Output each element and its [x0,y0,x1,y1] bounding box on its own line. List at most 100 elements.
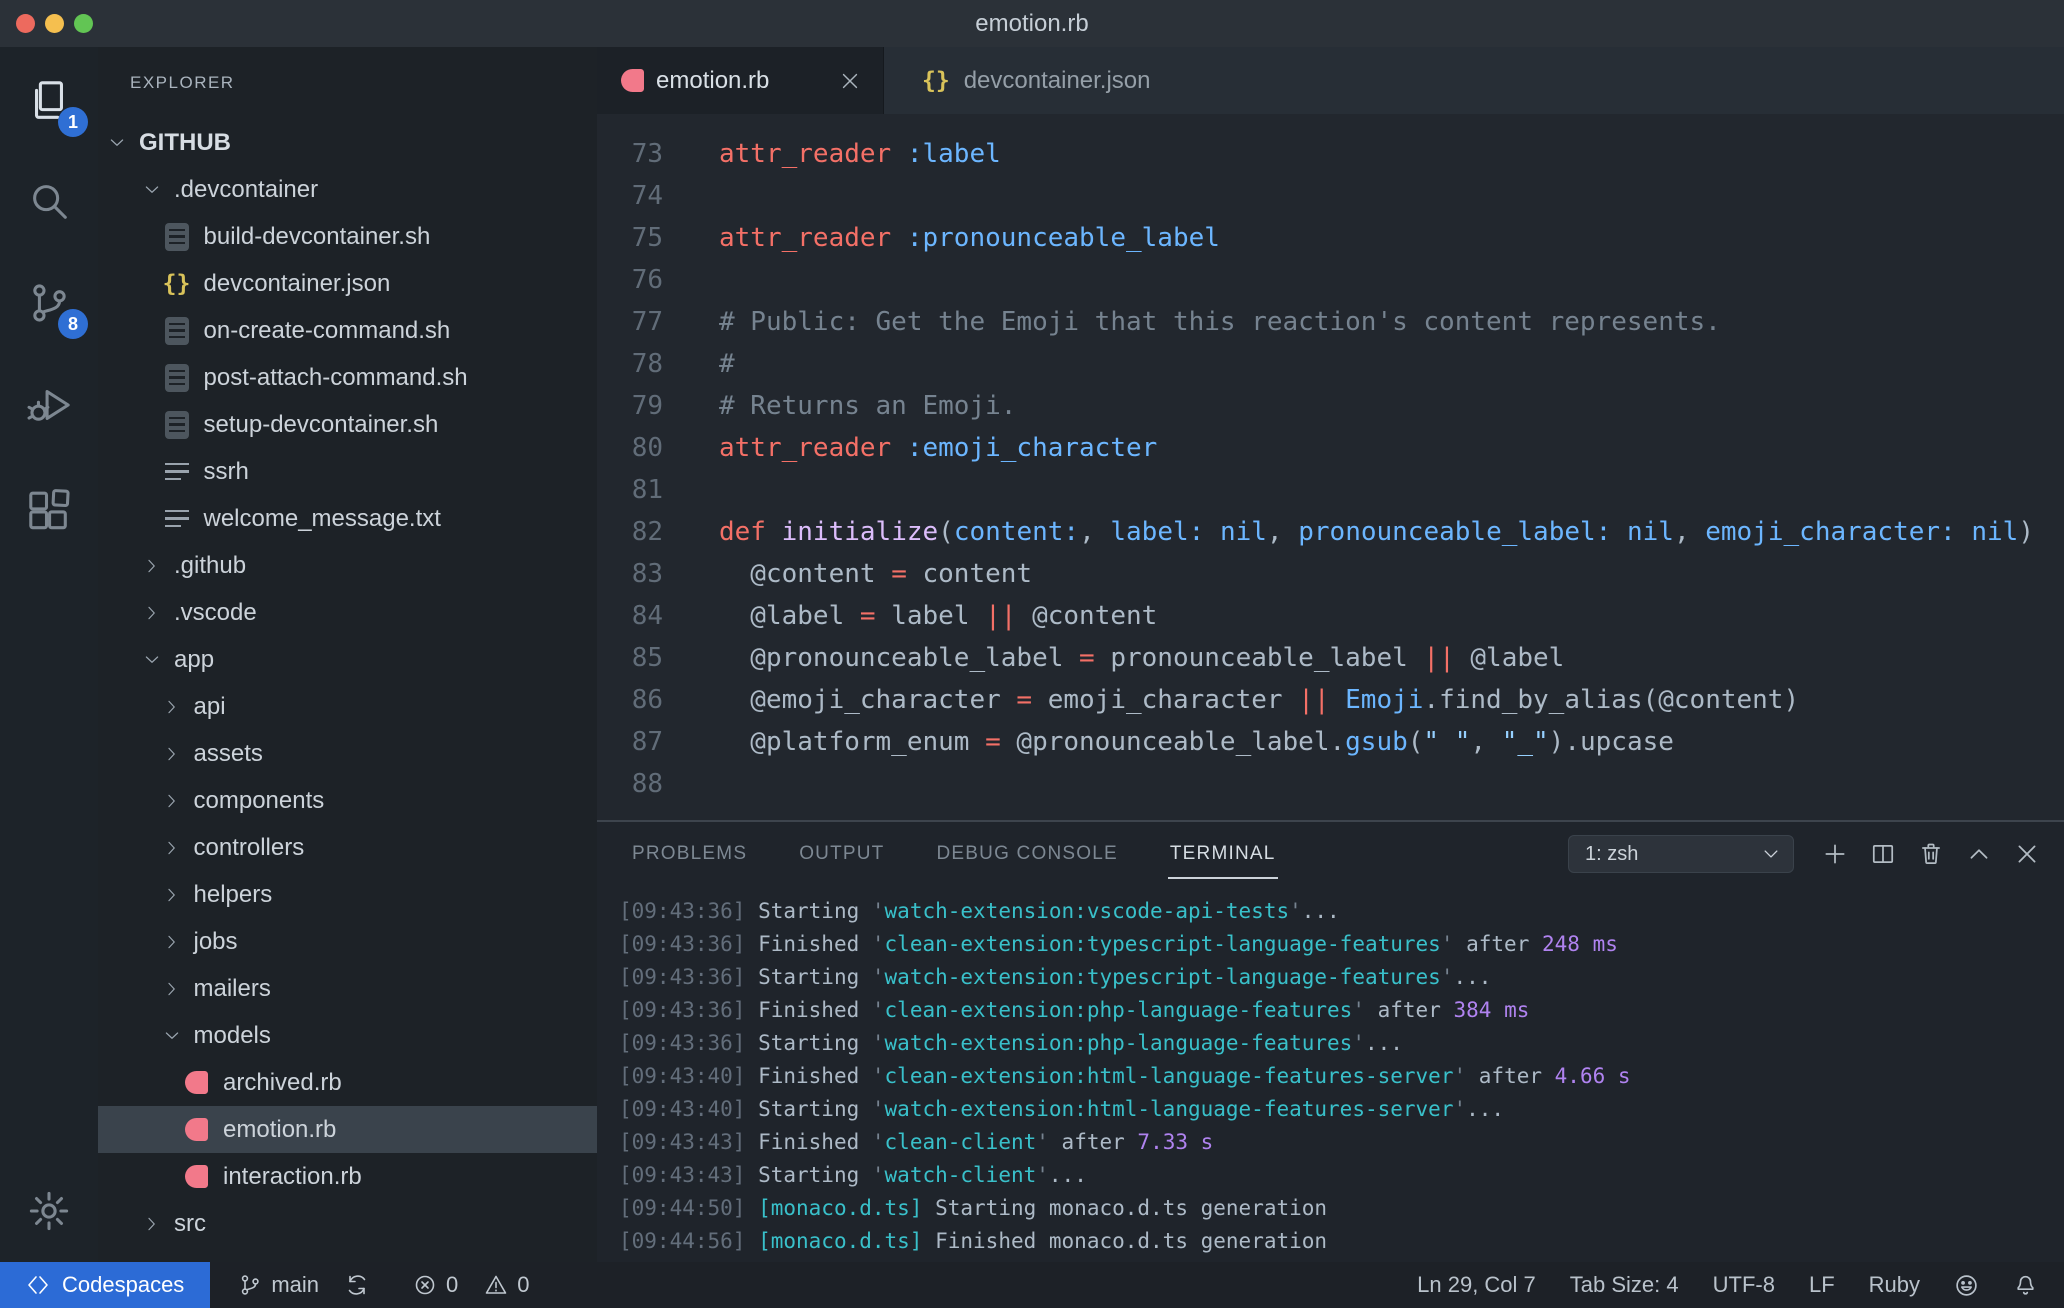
tree-item-interaction.rb[interactable]: interaction.rb [98,1153,597,1200]
line-number: 88 [631,769,663,799]
line-number: 74 [631,181,663,211]
eol-indicator[interactable]: LF [1809,1272,1835,1298]
status-bar-right: Ln 29, Col 7 Tab Size: 4 UTF-8 LF Ruby [1417,1272,2064,1298]
chevron-right-icon [143,604,161,622]
warning-icon [484,1273,508,1297]
close-tab-icon[interactable] [839,70,861,92]
code-editor[interactable]: 73 attr_reader :label 74 75 attr_reader :pro… [597,114,2064,820]
chevron-down-icon [143,651,161,669]
split-icon[interactable] [1870,841,1896,867]
chevron-right-icon [163,792,181,810]
panel-tab-output[interactable]: OUTPUT [799,822,884,886]
tree-item-models[interactable]: models [98,1012,597,1059]
tree-item-helpers[interactable]: helpers [98,871,597,918]
encoding-indicator[interactable]: UTF-8 [1713,1272,1775,1298]
line-number: 80 [631,433,663,463]
tree-item-mailers[interactable]: mailers [98,965,597,1012]
language-mode-indicator[interactable]: Ruby [1869,1272,1920,1298]
plus-icon[interactable] [1822,841,1848,867]
tree-item-app[interactable]: app [98,636,597,683]
tree-item-post-attach-command.sh[interactable]: post-attach-command.sh [98,354,597,401]
tree-item-src[interactable]: src [98,1200,597,1247]
tab-label: devcontainer.json [963,66,1151,94]
tree-item-label: controllers [193,833,305,861]
tree-item-ssrh[interactable]: ssrh [98,448,597,495]
error-count: 0 [446,1272,459,1297]
chevron-down-icon [108,134,126,152]
branch-status-item[interactable]: main [238,1272,369,1298]
tab-devcontainer.json[interactable]: {} devcontainer.json [884,47,1193,114]
tab-size-indicator[interactable]: Tab Size: 4 [1570,1272,1679,1298]
chevron-right-icon [163,839,181,857]
code-line-83: 83 @content = content [597,553,2064,595]
settings-gear-button[interactable] [0,1181,98,1241]
tree-item-emotion.rb[interactable]: emotion.rb [98,1106,597,1153]
terminal-output[interactable]: [09:43:36] Starting 'watch-extension:vsc… [619,895,2054,1258]
line-number: 85 [631,643,663,673]
tab-emotion.rb[interactable]: emotion.rb [597,47,884,114]
zoom-window-button[interactable] [74,14,93,33]
tree-item-devcontainer.json[interactable]: {} devcontainer.json [98,260,597,307]
smiley-icon[interactable] [1954,1273,1979,1298]
extensions-icon [26,488,72,534]
bottom-panel: PROBLEMS OUTPUT DEBUG CONSOLE TERMINAL 1: z… [597,820,2064,1262]
cursor-position-indicator[interactable]: Ln 29, Col 7 [1417,1272,1536,1298]
bell-icon[interactable] [2013,1273,2038,1298]
terminal-select[interactable]: 1: zsh [1568,835,1794,873]
tree-item-.vscode[interactable]: .vscode [98,589,597,636]
code-line-74: 74 [597,175,2064,217]
activity-extensions-button[interactable] [0,481,98,541]
tree-item-label: api [193,692,226,720]
tree-item-setup-devcontainer.sh[interactable]: setup-devcontainer.sh [98,401,597,448]
chevron-up-icon[interactable] [1966,841,1992,867]
minimize-window-button[interactable] [45,14,64,33]
tree-item-label: .github [174,551,247,579]
tree-item-on-create-command.sh[interactable]: on-create-command.sh [98,307,597,354]
tree-item-label: .devcontainer [174,175,319,203]
terminal-line: [09:43:43] Starting 'watch-client'... [619,1163,1087,1187]
activity-explorer-button[interactable]: 1 [0,71,98,137]
tree-item-label: src [174,1209,206,1237]
git-branch-icon [238,1273,262,1297]
activity-run-debug-button[interactable] [0,375,98,435]
tree-item-build-devcontainer.sh[interactable]: build-devcontainer.sh [98,213,597,260]
tree-item-api[interactable]: api [98,683,597,730]
tree-item-welcome_message.txt[interactable]: welcome_message.txt [98,495,597,542]
tree-item-label: assets [193,739,263,767]
code-line-84: 84 @label = label || @content [597,595,2064,637]
tree-item-label: devcontainer.json [203,269,391,297]
line-number: 82 [631,517,663,547]
codespaces-label: Codespaces [62,1272,185,1297]
tree-item-assets[interactable]: assets [98,730,597,777]
problems-status-item[interactable]: 0 0 [413,1272,530,1298]
activity-source-control-button[interactable]: 8 [0,273,98,339]
codespaces-status-button[interactable]: Codespaces [0,1262,211,1308]
terminal-line: [09:43:36] Starting 'watch-extension:vsc… [619,899,1340,923]
tree-item-.github[interactable]: .github [98,542,597,589]
code-line-80: 80 attr_reader :emoji_character [597,427,2064,469]
panel-tab-debug-console[interactable]: DEBUG CONSOLE [937,822,1118,886]
tree-item-components[interactable]: components [98,777,597,824]
tree-item-.devcontainer[interactable]: .devcontainer [98,166,597,213]
sidebar-title: EXPLORER [130,73,235,92]
tree-item-label: archived.rb [223,1068,342,1096]
close-icon[interactable] [2014,841,2040,867]
activity-search-button[interactable] [0,171,98,231]
code-line-73: 73 attr_reader :label [597,133,2064,175]
tab-label: emotion.rb [656,66,770,94]
tree-item-archived.rb[interactable]: archived.rb [98,1059,597,1106]
close-window-button[interactable] [16,14,35,33]
terminal-line: [09:43:40] Finished 'clean-extension:htm… [619,1064,1631,1088]
trash-icon[interactable] [1918,841,1944,867]
panel-tab-terminal[interactable]: TERMINAL [1167,822,1278,886]
tree-item-controllers[interactable]: controllers [98,824,597,871]
tree-item-jobs[interactable]: jobs [98,918,597,965]
terminal-line: [09:43:43] Finished 'clean-client' after… [619,1130,1214,1154]
code-line-79: 79 # Returns an Emoji. [597,385,2064,427]
panel-tab-problems[interactable]: PROBLEMS [632,822,747,886]
tree-item-label: on-create-command.sh [203,316,451,344]
tree-section-github[interactable]: GITHUB [98,119,597,166]
shell-file-icon [163,410,191,439]
status-bar: Codespaces main 0 0 Ln 29, Col 7 Tab Size… [0,1262,2064,1308]
terminal-line: [09:43:36] Starting 'watch-extension:typ… [619,965,1492,989]
